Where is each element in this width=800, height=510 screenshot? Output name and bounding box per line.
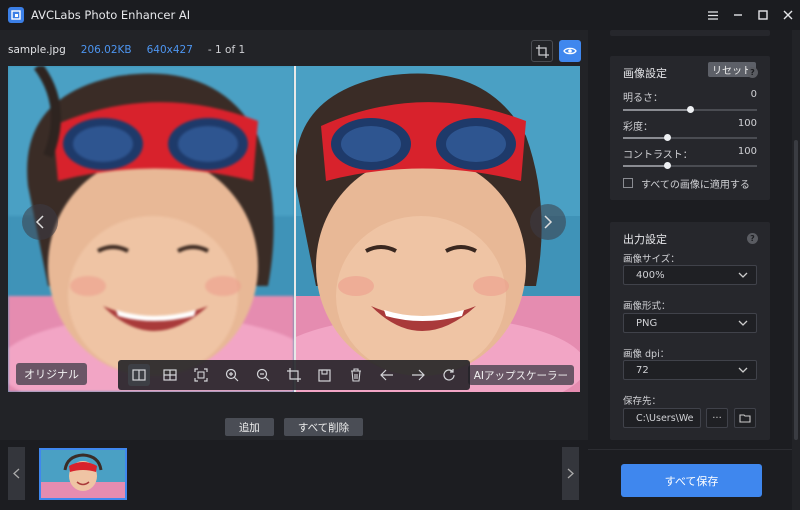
contrast-value: 100 bbox=[737, 146, 757, 157]
maximize-icon[interactable] bbox=[751, 0, 775, 30]
next-icon[interactable] bbox=[407, 364, 429, 386]
help-icon[interactable]: ? bbox=[747, 233, 758, 244]
apply-all-checkbox[interactable] bbox=[623, 178, 633, 188]
previous-icon[interactable] bbox=[376, 364, 398, 386]
brightness-value: 0 bbox=[750, 89, 757, 100]
split-view-icon[interactable] bbox=[128, 364, 151, 386]
delete-icon[interactable] bbox=[345, 364, 367, 386]
save-path-field[interactable]: C:\Users\We bbox=[623, 408, 701, 428]
image-settings-card: 画像設定 リセット ? 明るさ： 0 彩度： 100 コントラスト： 100 す… bbox=[610, 56, 770, 200]
saturation-slider[interactable] bbox=[623, 134, 757, 141]
image-format-select[interactable]: PNG bbox=[623, 313, 757, 333]
brightness-slider[interactable] bbox=[623, 106, 757, 113]
thumbnail-strip bbox=[0, 440, 588, 510]
contrast-slider-knob[interactable] bbox=[663, 162, 671, 169]
chevron-right-icon bbox=[567, 468, 574, 479]
zoom-in-icon[interactable] bbox=[221, 364, 243, 386]
chevron-left-icon bbox=[35, 215, 44, 229]
delete-all-button[interactable]: すべて削除 bbox=[283, 418, 364, 436]
crop-button[interactable] bbox=[531, 40, 553, 62]
save-icon[interactable] bbox=[314, 364, 336, 386]
strip-prev-button[interactable] bbox=[8, 447, 25, 500]
strip-next-button[interactable] bbox=[562, 447, 579, 500]
previous-image-arrow[interactable] bbox=[22, 204, 58, 240]
zoom-out-icon[interactable] bbox=[252, 364, 274, 386]
output-settings-card: 出力設定 ? 画像サイズ： 400% 画像形式： PNG 画像 dpi： 72 … bbox=[610, 222, 770, 440]
chevron-left-icon bbox=[13, 468, 20, 479]
image-size-label: 画像サイズ： bbox=[623, 254, 680, 265]
output-settings-title: 出力設定 bbox=[623, 233, 667, 246]
thumbnail-sample[interactable] bbox=[39, 448, 127, 500]
saturation-value: 100 bbox=[737, 118, 757, 129]
file-info-bar: sample.jpg 206.02KB 640x427 - 1 of 1 bbox=[0, 36, 588, 64]
folder-icon bbox=[739, 414, 751, 423]
title-bar: AVCLabs Photo Enhancer AI bbox=[0, 0, 800, 30]
eye-icon bbox=[563, 47, 577, 55]
grid-view-icon[interactable] bbox=[159, 364, 181, 386]
chevron-right-icon bbox=[544, 215, 553, 229]
file-size: 206.02KB bbox=[80, 44, 132, 56]
minimize-icon[interactable] bbox=[726, 0, 750, 30]
viewer-toolbar bbox=[118, 360, 470, 390]
fit-screen-icon[interactable] bbox=[190, 364, 212, 386]
compare-view-button[interactable] bbox=[559, 40, 581, 62]
panel-divider bbox=[588, 449, 792, 450]
browse-more-button[interactable]: ··· bbox=[706, 408, 728, 428]
chevron-down-icon bbox=[738, 272, 748, 278]
menu-icon[interactable] bbox=[701, 0, 725, 30]
brightness-slider-knob[interactable] bbox=[686, 106, 694, 113]
file-resolution: 640x427 bbox=[146, 44, 193, 56]
help-icon[interactable]: ? bbox=[747, 67, 758, 78]
saturation-slider-knob[interactable] bbox=[663, 134, 671, 141]
app-logo-icon bbox=[8, 7, 24, 23]
original-label: オリジナル bbox=[16, 363, 87, 385]
compare-divider-handle[interactable] bbox=[294, 66, 296, 392]
image-size-value: 400% bbox=[636, 269, 665, 281]
image-viewer[interactable]: オリジナル AIアップスケーラー bbox=[8, 66, 580, 392]
image-dpi-select[interactable]: 72 bbox=[623, 360, 757, 380]
brightness-label: 明るさ： bbox=[623, 93, 663, 104]
image-dpi-label: 画像 dpi： bbox=[623, 349, 670, 360]
image-size-select[interactable]: 400% bbox=[623, 265, 757, 285]
refresh-icon[interactable] bbox=[438, 364, 460, 386]
app-title: AVCLabs Photo Enhancer AI bbox=[31, 8, 191, 22]
image-dpi-value: 72 bbox=[636, 364, 649, 376]
add-button[interactable]: 追加 bbox=[224, 418, 274, 436]
apply-all-label: すべての画像に適用する bbox=[641, 180, 750, 191]
contrast-slider[interactable] bbox=[623, 162, 757, 169]
open-folder-button[interactable] bbox=[734, 408, 756, 428]
next-image-arrow[interactable] bbox=[530, 204, 566, 240]
image-settings-title: 画像設定 bbox=[623, 67, 667, 80]
crop-icon[interactable] bbox=[283, 364, 305, 386]
file-count: - 1 of 1 bbox=[207, 44, 246, 56]
save-to-label: 保存先： bbox=[623, 396, 662, 407]
crop-icon bbox=[535, 44, 549, 58]
panel-scrollbar-thumb[interactable] bbox=[794, 140, 798, 440]
contrast-label: コントラスト： bbox=[623, 150, 693, 161]
chevron-down-icon bbox=[738, 320, 748, 326]
file-name: sample.jpg bbox=[8, 44, 66, 56]
ai-upscaler-label: AIアップスケーラー bbox=[467, 365, 574, 385]
saturation-label: 彩度： bbox=[623, 122, 653, 133]
image-format-label: 画像形式： bbox=[623, 301, 671, 312]
image-actions: 追加 すべて削除 bbox=[0, 418, 588, 436]
previous-card-edge bbox=[610, 30, 770, 36]
chevron-down-icon bbox=[738, 367, 748, 373]
close-icon[interactable] bbox=[776, 0, 800, 30]
save-all-button[interactable]: すべて保存 bbox=[621, 464, 762, 497]
image-format-value: PNG bbox=[636, 317, 658, 329]
